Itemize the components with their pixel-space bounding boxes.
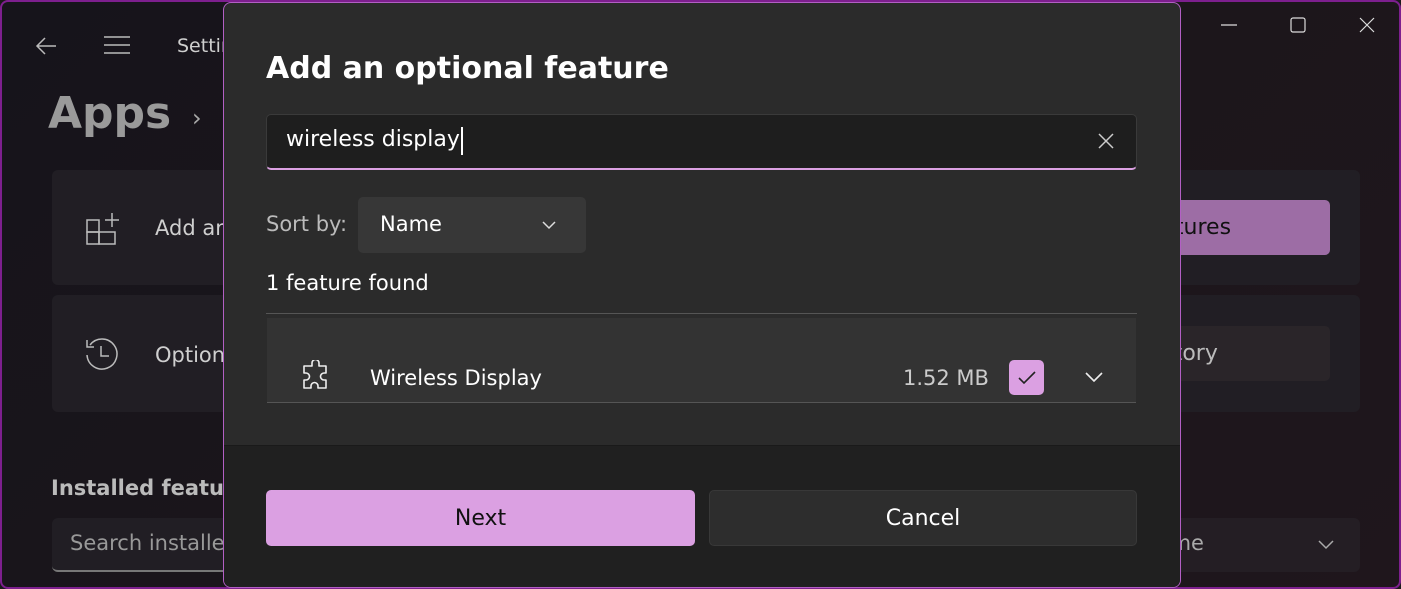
dialog-title: Add an optional feature	[266, 51, 669, 86]
sort-dropdown[interactable]: Name	[358, 197, 586, 253]
feature-name: Wireless Display	[370, 366, 542, 390]
feature-list-item[interactable]: Wireless Display 1.52 MB	[267, 318, 1136, 403]
next-button[interactable]: Next	[266, 490, 695, 546]
feature-search-input[interactable]: wireless display	[266, 114, 1137, 170]
chevron-down-icon	[542, 221, 556, 230]
add-apps-icon	[86, 212, 120, 246]
back-icon[interactable]	[34, 34, 58, 58]
dialog-footer: Next Cancel	[224, 445, 1180, 587]
page-title: Apps	[48, 88, 172, 139]
puzzle-piece-icon	[299, 360, 333, 394]
close-icon[interactable]	[1359, 17, 1375, 33]
expand-chevron-icon[interactable]	[1085, 372, 1103, 383]
cancel-button[interactable]: Cancel	[709, 490, 1137, 546]
result-count: 1 feature found	[266, 271, 429, 295]
text-cursor	[461, 127, 463, 155]
breadcrumb-chevron-icon: ›	[192, 104, 202, 132]
minimize-icon[interactable]	[1221, 24, 1237, 26]
menu-icon[interactable]	[104, 35, 130, 55]
clear-search-icon[interactable]	[1098, 133, 1114, 149]
history-icon	[84, 337, 120, 371]
checkmark-icon	[1017, 370, 1036, 384]
chevron-down-icon	[1318, 540, 1334, 550]
maximize-icon[interactable]	[1290, 17, 1306, 33]
feature-size: 1.52 MB	[903, 366, 989, 390]
add-optional-feature-dialog: Add an optional feature wireless display…	[223, 2, 1181, 588]
sort-label: Sort by:	[266, 212, 348, 236]
results-divider	[266, 313, 1137, 314]
feature-checkbox[interactable]	[1009, 360, 1044, 395]
